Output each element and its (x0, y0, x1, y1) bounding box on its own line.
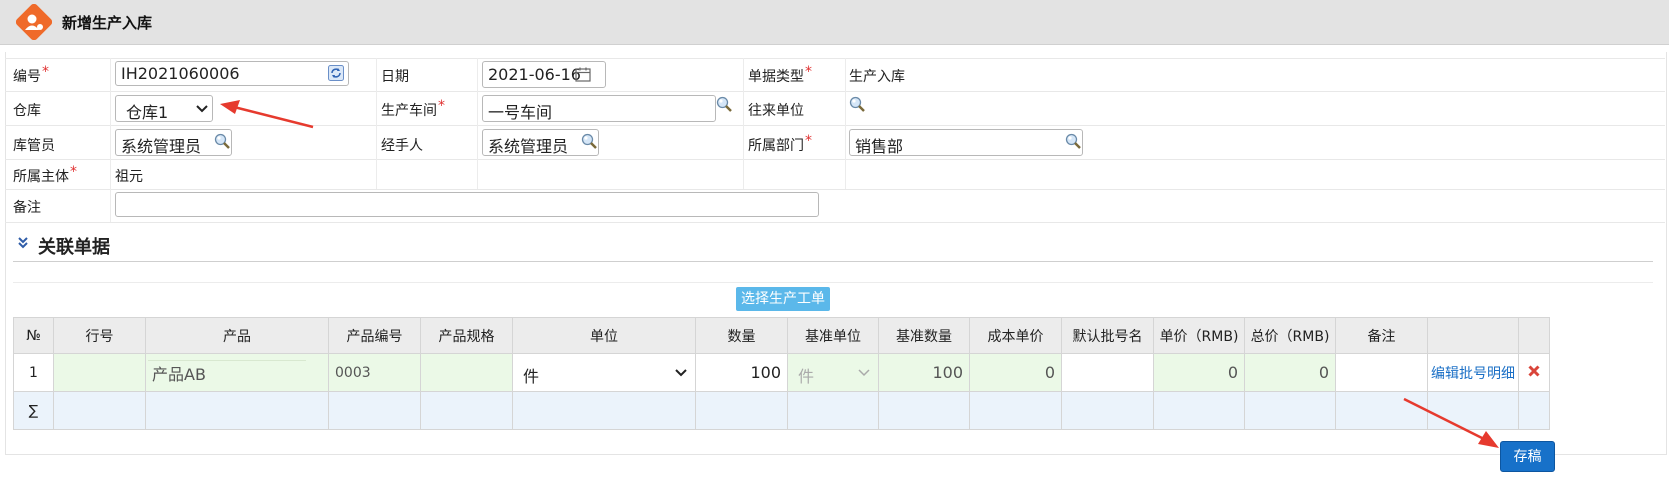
handler-field[interactable]: 系统管理员 (482, 129, 599, 156)
remark-input[interactable] (115, 192, 819, 217)
row-no: 1 (13, 353, 54, 392)
keeper-field[interactable]: 系统管理员 (115, 129, 232, 156)
partner-label: 往来单位 (748, 103, 804, 119)
row-product-code: 0003 (328, 353, 421, 392)
date-field[interactable]: 2021-06-16 (482, 61, 606, 88)
person-badge-icon (16, 4, 52, 40)
row-unit-price: 0 (1153, 353, 1245, 392)
row-batch-input[interactable] (1061, 353, 1154, 392)
row-base-qty: 100 (878, 353, 970, 392)
calendar-icon[interactable] (575, 67, 591, 82)
annotation-arrow-save (1403, 397, 1499, 448)
header-total: 总价（RMB) (1244, 317, 1336, 354)
workshop-field[interactable]: 一号车间 (482, 95, 716, 122)
chevron-down-icon (196, 105, 208, 113)
header-unit: 单位 (512, 317, 696, 354)
handler-label: 经手人 (381, 138, 423, 154)
table-row: 1 产品AB 0003 件 100 件 100 0 0 0 编辑批号明细 (13, 353, 1550, 392)
header-product-code: 产品编号 (328, 317, 421, 354)
save-draft-button[interactable]: 存稿 (1500, 441, 1555, 472)
warehouse-select[interactable]: 仓库1 (115, 95, 213, 122)
header-spec: 产品规格 (420, 317, 513, 354)
entity-label: 所属主体* (13, 164, 77, 185)
chevron-down-icon (858, 369, 870, 377)
double-chevron-down-icon[interactable] (17, 236, 29, 250)
header-base-qty: 基准数量 (878, 317, 970, 354)
sum-symbol: ∑ (13, 391, 54, 430)
row-line-input[interactable] (53, 353, 146, 392)
row-qty-input[interactable]: 100 (695, 353, 788, 392)
row-remark-input[interactable] (1335, 353, 1428, 392)
entity-value: 祖元 (115, 169, 143, 185)
warehouse-label: 仓库 (13, 103, 41, 119)
search-icon[interactable] (716, 96, 732, 112)
header-product: 产品 (145, 317, 329, 354)
header-base-unit: 基准单位 (787, 317, 879, 354)
header-no: № (13, 317, 54, 354)
remark-label: 备注 (13, 200, 41, 216)
sum-row: ∑ (13, 391, 1550, 430)
annotation-arrow-warehouse (220, 100, 314, 129)
department-label: 所属部门* (748, 133, 812, 154)
row-product-input[interactable]: 产品AB (145, 353, 329, 392)
header-unit-price: 单价（RMB) (1153, 317, 1245, 354)
detail-table: № 行号 产品 产品编号 产品规格 单位 数量 基准单位 基准数量 成本单价 默… (13, 317, 1550, 430)
header-delete (1518, 317, 1550, 354)
header-remark: 备注 (1335, 317, 1428, 354)
row-base-unit-select: 件 (787, 353, 879, 392)
edit-batch-link[interactable]: 编辑批号明细 (1427, 353, 1519, 392)
search-icon[interactable] (1065, 133, 1081, 149)
chevron-down-icon (675, 369, 687, 377)
header-qty: 数量 (695, 317, 788, 354)
search-icon[interactable] (214, 133, 230, 149)
doc-type-label: 单据类型* (748, 64, 812, 85)
page-title: 新增生产入库 (62, 14, 153, 32)
department-field[interactable]: 销售部 (849, 129, 1083, 156)
close-icon[interactable] (1528, 364, 1540, 377)
search-icon[interactable] (581, 133, 597, 149)
refresh-icon[interactable] (328, 65, 344, 81)
header-cost-price: 成本单价 (969, 317, 1062, 354)
keeper-label: 库管员 (13, 138, 55, 154)
header-line: 行号 (53, 317, 146, 354)
workshop-label: 生产车间* (381, 98, 445, 119)
select-work-order-button[interactable]: 选择生产工单 (736, 287, 830, 311)
row-total: 0 (1244, 353, 1336, 392)
delete-row-button[interactable] (1518, 353, 1550, 392)
header-batch: 默认批号名 (1061, 317, 1154, 354)
row-unit-select[interactable]: 件 (512, 353, 696, 392)
section-title: 关联单据 (38, 237, 110, 258)
row-cost-price: 0 (969, 353, 1062, 392)
search-icon[interactable] (849, 96, 865, 112)
doc-type-value: 生产入库 (849, 69, 905, 85)
date-label: 日期 (381, 69, 409, 85)
code-label: 编号* (13, 64, 49, 85)
code-field[interactable]: IH2021060006 (115, 61, 349, 86)
title-bar: 新增生产入库 (0, 0, 1669, 45)
row-spec (420, 353, 513, 392)
header-action (1427, 317, 1519, 354)
